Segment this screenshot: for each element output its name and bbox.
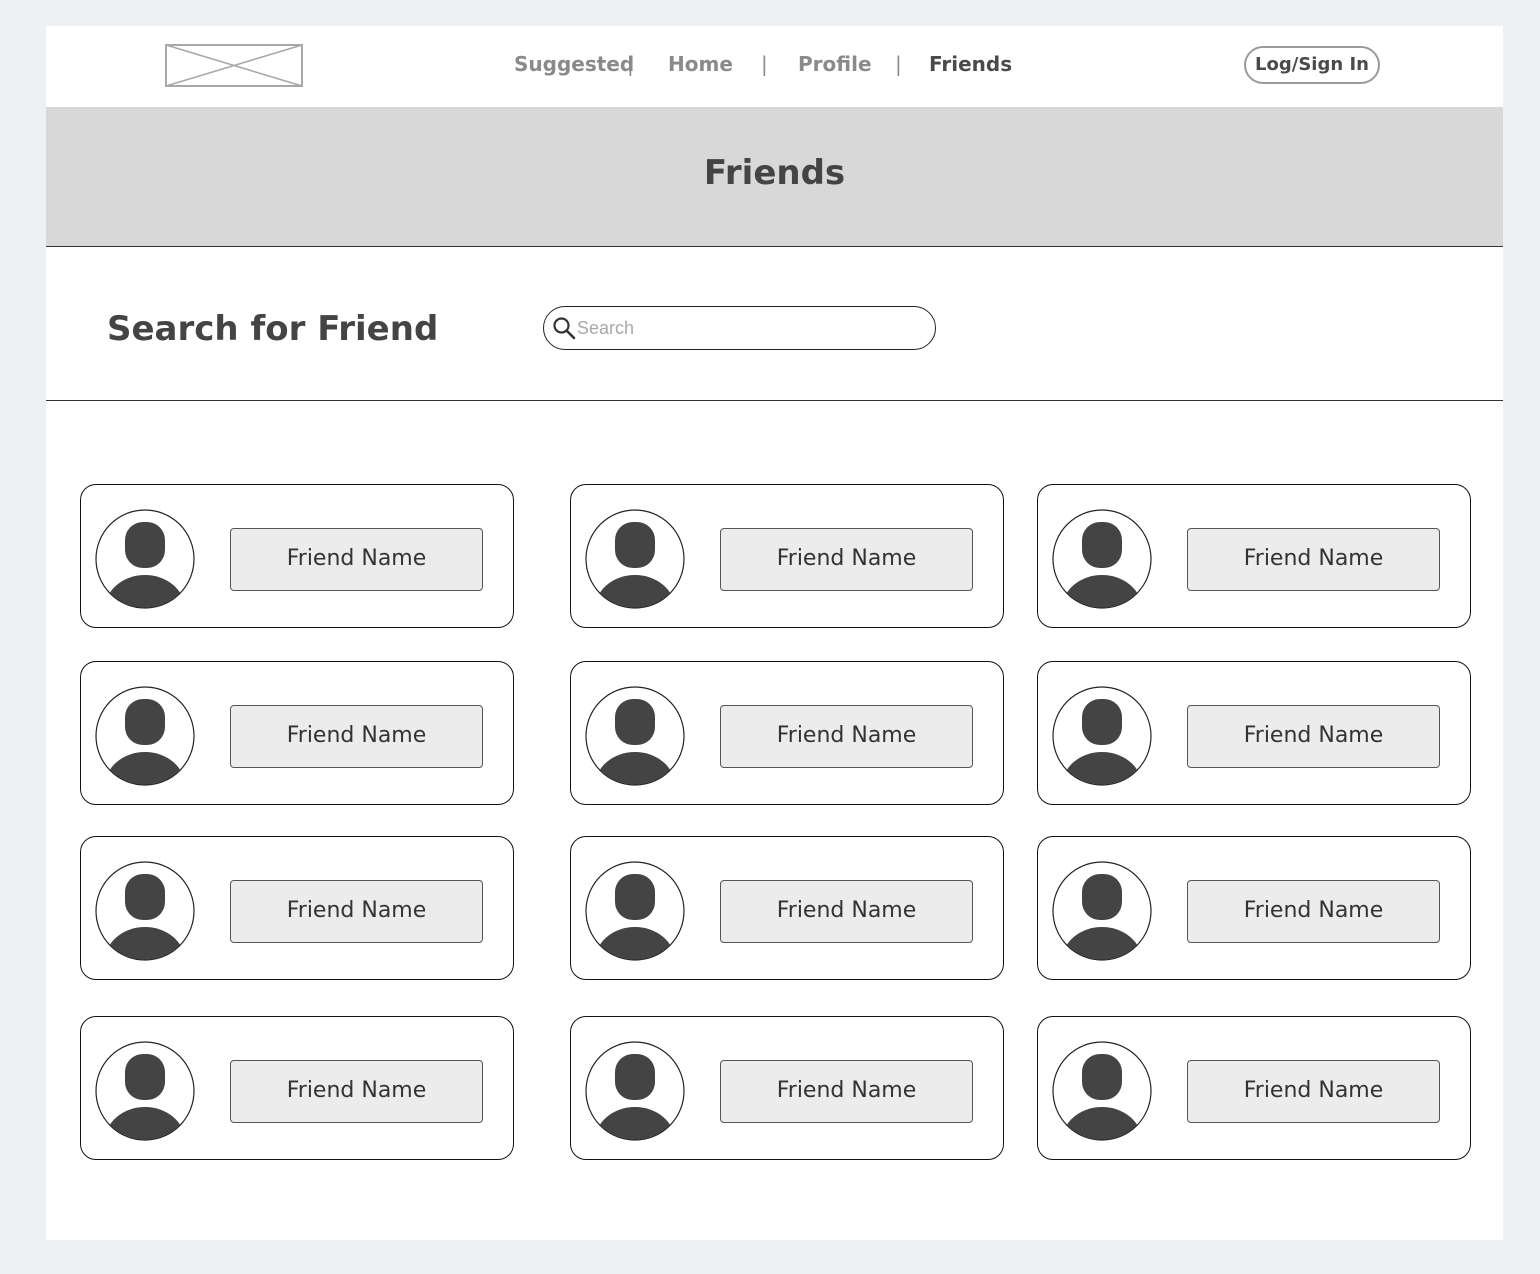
avatar-icon — [95, 686, 195, 786]
friend-card[interactable]: Friend Name — [570, 1016, 1004, 1160]
friend-card[interactable]: Friend Name — [570, 661, 1004, 805]
nav-separator: | — [627, 52, 634, 76]
friend-name-button[interactable]: Friend Name — [230, 1060, 483, 1123]
search-input[interactable] — [577, 313, 917, 343]
top-nav-bar: Suggested | Home | Profile | Friends Log… — [46, 26, 1503, 107]
friend-name-button[interactable]: Friend Name — [720, 528, 973, 591]
search-section-heading: Search for Friend — [107, 309, 439, 349]
search-bar[interactable] — [543, 306, 936, 350]
friend-card[interactable]: Friend Name — [570, 484, 1004, 628]
avatar-icon — [1052, 861, 1152, 961]
friend-name-button[interactable]: Friend Name — [1187, 528, 1440, 591]
friend-card[interactable]: Friend Name — [1037, 1016, 1471, 1160]
friend-name-button[interactable]: Friend Name — [230, 528, 483, 591]
nav-item-home[interactable]: Home — [668, 52, 733, 76]
friend-name-button[interactable]: Friend Name — [720, 1060, 973, 1123]
friend-name-button[interactable]: Friend Name — [1187, 1060, 1440, 1123]
avatar-icon — [585, 686, 685, 786]
nav-separator: | — [761, 52, 768, 76]
avatar-icon — [95, 509, 195, 609]
search-icon — [553, 317, 576, 340]
friend-card[interactable]: Friend Name — [80, 661, 514, 805]
login-signin-button[interactable]: Log/Sign In — [1244, 46, 1380, 84]
page: Suggested | Home | Profile | Friends Log… — [46, 26, 1503, 1240]
avatar-icon — [95, 861, 195, 961]
avatar-icon — [1052, 509, 1152, 609]
nav-item-suggested[interactable]: Suggested — [514, 52, 634, 76]
page-title: Friends — [703, 153, 846, 193]
section-divider — [46, 400, 1503, 401]
friend-card[interactable]: Friend Name — [80, 1016, 514, 1160]
friend-name-button[interactable]: Friend Name — [1187, 705, 1440, 768]
friend-name-button[interactable]: Friend Name — [230, 705, 483, 768]
nav-separator: | — [895, 52, 902, 76]
avatar-icon — [95, 1041, 195, 1141]
friend-card[interactable]: Friend Name — [1037, 836, 1471, 980]
avatar-icon — [585, 861, 685, 961]
avatar-icon — [1052, 686, 1152, 786]
friend-card[interactable]: Friend Name — [1037, 661, 1471, 805]
page-banner: Friends — [46, 107, 1503, 247]
friend-name-button[interactable]: Friend Name — [1187, 880, 1440, 943]
friend-name-button[interactable]: Friend Name — [720, 880, 973, 943]
friend-name-button[interactable]: Friend Name — [720, 705, 973, 768]
friend-card[interactable]: Friend Name — [570, 836, 1004, 980]
avatar-icon — [585, 1041, 685, 1141]
friend-card[interactable]: Friend Name — [1037, 484, 1471, 628]
friend-card[interactable]: Friend Name — [80, 484, 514, 628]
friend-card[interactable]: Friend Name — [80, 836, 514, 980]
friend-name-button[interactable]: Friend Name — [230, 880, 483, 943]
nav-item-friends[interactable]: Friends — [929, 52, 1012, 76]
nav-item-profile[interactable]: Profile — [798, 52, 872, 76]
avatar-icon — [585, 509, 685, 609]
avatar-icon — [1052, 1041, 1152, 1141]
